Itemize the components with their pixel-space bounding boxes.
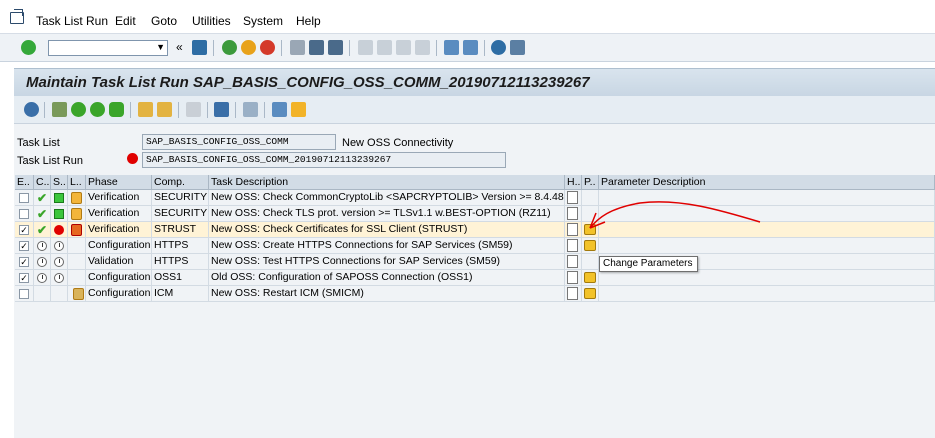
annotation-overlay xyxy=(589,201,761,229)
red-annotation-stroke xyxy=(589,201,761,229)
